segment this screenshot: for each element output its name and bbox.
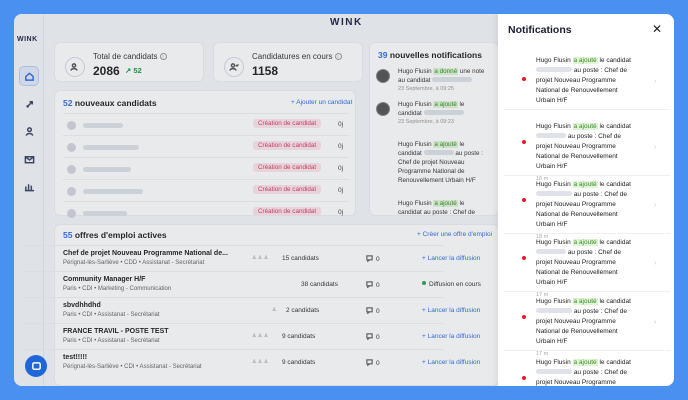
app-window: WINK WINK Total de candidats i 2086 ↗ 52 … <box>14 14 674 386</box>
notif-text: au poste : <box>573 191 603 198</box>
candidate-name-redacted <box>536 308 572 313</box>
unread-dot <box>522 256 526 260</box>
notif-user: Hugo Flusin <box>536 359 571 366</box>
unread-dot <box>522 140 526 144</box>
notif-text: le candidat <box>599 57 631 64</box>
notif-user: Hugo Flusin <box>536 239 571 246</box>
candidate-name-redacted <box>536 369 572 374</box>
notif-text: le candidat <box>599 239 631 246</box>
notif-text: au poste : <box>573 308 603 315</box>
notif-text: le candidat <box>599 123 631 130</box>
chevron-right-icon: › <box>654 260 657 267</box>
notif-text: le candidat <box>599 298 631 305</box>
notification-item[interactable]: Hugo Flusin a ajouté le candidat au post… <box>504 354 670 386</box>
notification-item[interactable]: Hugo Flusin a ajouté le candidat au post… <box>504 293 670 357</box>
chat-button[interactable] <box>25 355 47 377</box>
notification-item[interactable]: Hugo Flusin a ajouté le candidat au post… <box>504 176 670 240</box>
chat-icon <box>31 361 41 370</box>
notif-text: au poste : <box>573 67 603 74</box>
panel-title: Notifications <box>508 24 572 36</box>
notif-action: a ajouté <box>572 298 598 305</box>
notif-job: projet Nouveau Programme National de Ren… <box>536 143 618 170</box>
notifications-panel: Notifications ✕ Hugo Flusin a ajouté le … <box>498 14 674 386</box>
notif-action: a ajouté <box>572 181 598 188</box>
notif-action: a ajouté <box>572 239 598 246</box>
candidate-name-redacted <box>536 249 566 254</box>
close-icon[interactable]: ✕ <box>652 22 662 36</box>
notif-job: projet Nouveau Programme National de Ren… <box>536 259 618 286</box>
notif-text: au poste : Chef de <box>567 249 621 256</box>
candidate-name-redacted <box>536 191 572 196</box>
unread-dot <box>522 315 526 319</box>
chevron-right-icon: › <box>654 78 657 85</box>
unread-dot <box>522 77 526 81</box>
notif-text: le candidat <box>599 181 631 188</box>
notif-action: a ajouté <box>572 57 598 64</box>
notif-action: a ajouté <box>572 359 598 366</box>
notif-user: Hugo Flusin <box>536 298 571 305</box>
notif-text: au poste : Chef de <box>567 133 621 140</box>
notification-item[interactable]: Hugo Flusin a ajouté le candidat au post… <box>504 52 670 110</box>
notification-item[interactable]: Hugo Flusin a ajouté le candidat au post… <box>504 234 670 298</box>
notif-text: le candidat <box>599 359 631 366</box>
notif-action: a ajouté <box>572 123 598 130</box>
notif-user: Hugo Flusin <box>536 181 571 188</box>
unread-dot <box>522 376 526 380</box>
notif-user: Hugo Flusin <box>536 123 571 130</box>
chevron-right-icon: › <box>654 202 657 209</box>
notification-item[interactable]: Hugo Flusin a ajouté le candidat au post… <box>504 118 670 182</box>
notif-user: Hugo Flusin <box>536 57 571 64</box>
candidate-name-redacted <box>536 133 566 138</box>
chevron-right-icon: › <box>654 319 657 326</box>
modal-backdrop[interactable] <box>14 14 498 386</box>
candidate-name-redacted <box>536 67 572 72</box>
notif-text: au poste : <box>573 369 603 376</box>
chevron-right-icon: › <box>654 144 657 151</box>
unread-dot <box>522 198 526 202</box>
